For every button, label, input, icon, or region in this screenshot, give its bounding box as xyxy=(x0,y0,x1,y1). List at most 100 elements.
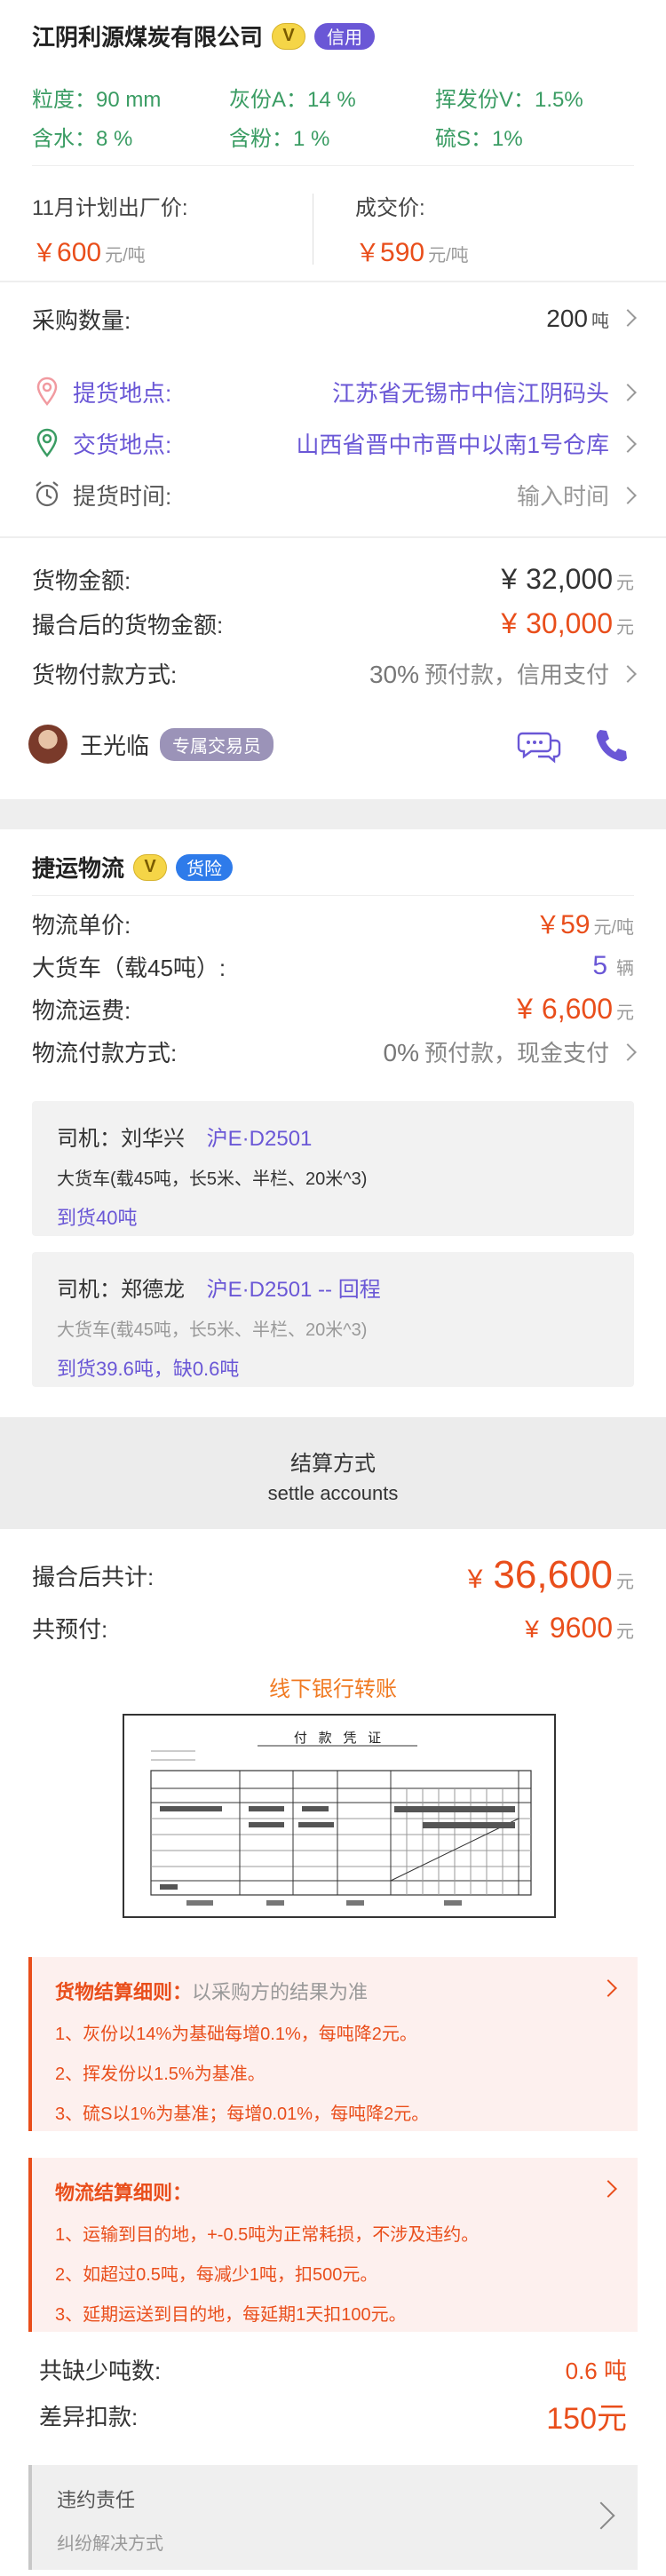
matched-amount-label: 撮合后的货物金额: xyxy=(32,611,224,638)
matched-amount-value: 30,000 xyxy=(526,606,613,639)
logistics-fee-value: 6,600 xyxy=(541,992,613,1025)
logistics-unit-price-label: 物流单价: xyxy=(32,911,131,939)
pickup-time-input[interactable]: 输入时间 xyxy=(517,479,609,511)
logistics-payment-row[interactable]: 物流付款方式: 0% 预付款，现金支付 xyxy=(32,1032,637,1071)
pickup-location-pin-icon xyxy=(36,376,58,406)
logistics-payment-percent: 0% xyxy=(383,1038,419,1066)
pickup-time-row[interactable]: 提货时间: 输入时间 xyxy=(32,476,637,513)
logistics-rule-line: 3、延期运送到目的地，每延期1天扣100元。 xyxy=(55,2305,407,2325)
settle-total-row: 撮合后共计: ¥ 36,600 元 xyxy=(32,1550,634,1600)
agent-avatar xyxy=(28,725,67,764)
prepay-label: 共预付: xyxy=(32,1615,108,1643)
truck-count-unit: 辆 xyxy=(616,959,634,979)
divider xyxy=(0,536,666,538)
goods-amount-label: 货物金额: xyxy=(32,567,131,594)
logistics-company: 捷运物流 xyxy=(32,855,125,882)
driver-truck-info: 大货车(载45吨，长5米、半栏、20米^3) xyxy=(57,1320,368,1340)
driver-card[interactable]: 司机：刘华兴 沪E·D2501 大货车(载45吨，长5米、半栏、20米^3) 到… xyxy=(32,1101,634,1236)
goods-rules-card[interactable]: 货物结算细则：以采购方的结果为准 1、灰份以14%为基础每增0.1%，每吨降2元… xyxy=(28,1957,638,2131)
purchase-quantity-unit: 吨 xyxy=(591,312,609,331)
plan-price-label: 11月计划出厂价: xyxy=(32,196,188,220)
prepay-value: 9600 xyxy=(549,1611,613,1644)
chevron-right-icon xyxy=(619,309,637,327)
pickup-location-row[interactable]: 提货地点: 江苏省无锡市中信江阴码头 xyxy=(32,373,637,410)
chevron-right-icon xyxy=(599,1979,617,1997)
pickup-location-value: 江苏省无锡市中信江阴码头 xyxy=(331,379,609,407)
shortage-value: 0.6 吨 xyxy=(565,2357,627,2384)
goods-amount-row: 货物金额: ¥ 32,000 元 xyxy=(32,559,634,598)
driver-plate: 沪E·D2501 xyxy=(206,1127,313,1151)
driver-card[interactable]: 司机：郑德龙 沪E·D2501 -- 回程 大货车(载45吨，长5米、半栏、20… xyxy=(32,1252,634,1387)
logistics-rules-title: 物流结算细则： xyxy=(55,2182,193,2204)
settle-total-label: 撮合后共计: xyxy=(32,1563,155,1590)
spec-sulfur: 硫S：1% xyxy=(435,127,523,151)
prepay-symbol: ¥ xyxy=(525,1614,539,1643)
settle-title-cn: 结算方式 xyxy=(290,1452,376,1476)
driver-plate: 沪E·D2501 -- 回程 xyxy=(206,1278,381,1302)
settle-title-en: settle accounts xyxy=(267,1482,399,1504)
supplier-header: 江阴利源煤炭有限公司 V 信用 xyxy=(32,20,376,52)
deal-price-value: 590 xyxy=(380,238,425,267)
agent-info[interactable]: 王光临 专属交易员 xyxy=(28,725,274,764)
deal-price-symbol: ￥ xyxy=(355,239,381,266)
dispute-title: 违约责任 xyxy=(57,2489,136,2511)
delivery-location-value: 山西省晋中市晋中以南1号仓库 xyxy=(296,431,609,458)
logistics-fee-symbol: ¥ xyxy=(517,992,533,1025)
shortage-row: 共缺少吨数: 0.6 吨 xyxy=(39,2351,627,2387)
settle-header: 结算方式 settle accounts xyxy=(0,1417,666,1529)
goods-amount-unit: 元 xyxy=(616,573,634,593)
agent-name: 王光临 xyxy=(80,732,150,759)
delivery-location-pin-icon xyxy=(36,428,58,457)
supplier-name: 江阴利源煤炭有限公司 xyxy=(32,24,264,51)
deduction-value: 150元 xyxy=(546,2401,627,2436)
logistics-header: 捷运物流 V 货险 xyxy=(32,851,234,884)
deduction-row: 差异扣款: 150元 xyxy=(39,2394,627,2437)
logistics-fee-row: 物流运费: ¥ 6,600 元 xyxy=(32,989,634,1028)
driver-name: 刘华兴 xyxy=(121,1127,185,1151)
logistics-rules-card[interactable]: 物流结算细则： 1、运输到目的地，+-0.5吨为正常耗损，不涉及违约。 2、如超… xyxy=(28,2158,638,2332)
plan-price: 11月计划出厂价: ￥ 600 元/吨 xyxy=(32,190,188,269)
chat-icon[interactable] xyxy=(517,726,563,770)
goods-rule-line: 1、灰份以14%为基础每增0.1%，每吨降2元。 xyxy=(55,2025,417,2044)
chevron-right-icon xyxy=(619,1042,637,1061)
supplier-vip-badge: V xyxy=(272,22,306,50)
plan-price-unit: 元/吨 xyxy=(105,246,146,266)
dispute-card[interactable]: 违约责任 纠纷解决方式 xyxy=(28,2465,638,2570)
matched-amount-unit: 元 xyxy=(616,617,634,638)
chevron-right-icon xyxy=(619,383,637,401)
divider xyxy=(0,281,666,282)
purchase-quantity-label: 采购数量: xyxy=(32,306,131,334)
payment-voucher-image[interactable]: 付 款 凭 证 xyxy=(123,1714,556,1918)
spec-granularity: 粒度：90 mm xyxy=(32,88,162,112)
logistics-rule-line: 1、运输到目的地，+-0.5吨为正常耗损，不涉及违约。 xyxy=(55,2225,480,2245)
divider xyxy=(32,165,634,166)
bank-transfer-link[interactable]: 线下银行转账 xyxy=(0,1671,666,1702)
goods-payment-label: 货物付款方式: xyxy=(32,661,178,688)
purchase-quantity-row[interactable]: 采购数量: 200 吨 xyxy=(32,300,637,337)
deal-price-label: 成交价: xyxy=(355,196,425,220)
shortage-label: 共缺少吨数: xyxy=(39,2357,162,2384)
truck-count-row: 大货车（载45吨）: 5 辆 xyxy=(32,947,634,986)
deduction-label: 差异扣款: xyxy=(39,2403,139,2430)
section-gap xyxy=(0,799,666,829)
chevron-right-icon xyxy=(599,2180,617,2198)
phone-icon[interactable] xyxy=(593,726,630,770)
driver-delivery-status: 到货40吨 xyxy=(57,1207,138,1229)
prepay-row: 共预付: ¥ 9600 元 xyxy=(32,1607,634,1648)
goods-payment-row[interactable]: 货物付款方式: 30% 预付款，信用支付 xyxy=(32,654,637,693)
settle-total-unit: 元 xyxy=(616,1573,634,1592)
purchase-quantity-value: 200 xyxy=(546,305,588,332)
truck-count-label: 大货车（载45吨）: xyxy=(32,954,226,981)
chevron-right-icon xyxy=(619,434,637,453)
goods-payment-method: 预付款，信用支付 xyxy=(424,661,609,688)
spec-volatile: 挥发份V：1.5% xyxy=(435,88,583,112)
settle-total-symbol: ¥ xyxy=(467,1565,483,1594)
delivery-location-row[interactable]: 交货地点: 山西省晋中市晋中以南1号仓库 xyxy=(32,424,637,462)
credit-badge: 信用 xyxy=(314,22,376,50)
driver-label: 司机： xyxy=(57,1278,121,1302)
goods-payment-percent: 30% xyxy=(369,660,419,688)
goods-rules-title: 货物结算细则： xyxy=(55,1981,193,2003)
matched-amount-row: 撮合后的货物金额: ¥ 30,000 元 xyxy=(32,604,634,643)
logistics-unit-price-value: 59 xyxy=(560,910,591,939)
driver-delivery-status: 到货39.6吨，缺0.6吨 xyxy=(57,1358,240,1380)
